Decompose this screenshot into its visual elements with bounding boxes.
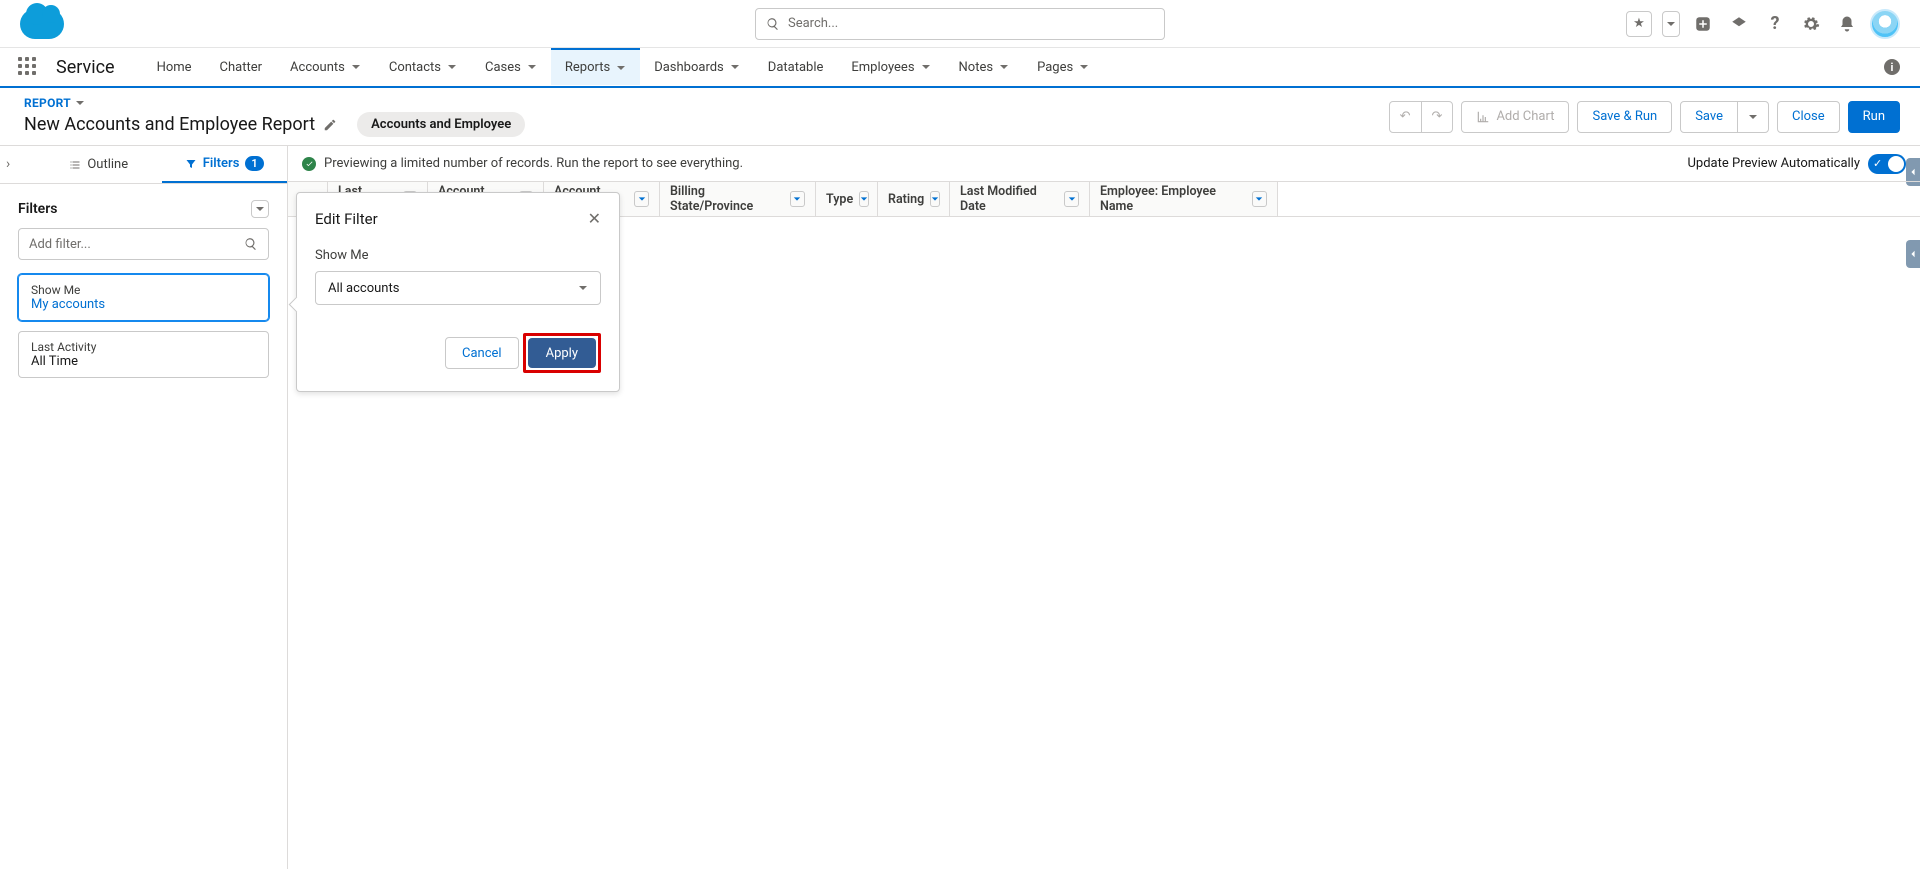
nav-home[interactable]: Home: [143, 48, 206, 86]
salesforce-logo: [20, 9, 64, 39]
search-placeholder: Search...: [788, 16, 838, 31]
save-and-run-button[interactable]: Save & Run: [1577, 101, 1672, 133]
nav-employees[interactable]: Employees: [837, 48, 944, 86]
filters-heading: Filters: [18, 201, 57, 217]
salesforce-help-icon[interactable]: [1726, 11, 1752, 37]
nav-info-icon[interactable]: i: [1884, 59, 1900, 75]
search-icon: [244, 237, 258, 251]
col-menu[interactable]: [1252, 191, 1267, 207]
add-button[interactable]: [1690, 11, 1716, 37]
report-header: REPORT New Accounts and Employee Report …: [0, 88, 1920, 146]
app-launcher-icon[interactable]: [18, 57, 38, 77]
favorites-dropdown[interactable]: [1662, 11, 1680, 37]
filter-count-badge: 1: [245, 156, 263, 171]
add-chart-button[interactable]: Add Chart: [1461, 101, 1569, 133]
col-menu[interactable]: [634, 191, 649, 207]
preview-message: Previewing a limited number of records. …: [324, 156, 743, 171]
help-icon[interactable]: ?: [1762, 11, 1788, 37]
popover-title: Edit Filter: [315, 210, 378, 228]
col-billing-state[interactable]: Billing State/Province: [660, 182, 816, 216]
nav-pages[interactable]: Pages: [1023, 48, 1103, 86]
user-avatar[interactable]: [1870, 9, 1900, 39]
global-search[interactable]: Search...: [755, 8, 1165, 40]
nav-contacts[interactable]: Contacts: [375, 48, 471, 86]
popover-field-label: Show Me: [315, 248, 369, 263]
redo-button[interactable]: ↷: [1421, 101, 1454, 133]
auto-update-toggle[interactable]: ✓: [1868, 154, 1906, 174]
success-icon: [302, 157, 316, 171]
object-label[interactable]: REPORT: [24, 96, 525, 110]
chevron-down-icon: [578, 283, 588, 293]
filter-card-show-me[interactable]: Show Me My accounts: [18, 274, 269, 321]
col-menu[interactable]: [859, 191, 869, 207]
nav-dashboards[interactable]: Dashboards: [640, 48, 754, 86]
col-employee-name[interactable]: Employee: Employee Name: [1090, 182, 1278, 216]
search-icon: [766, 17, 780, 31]
favorites-button[interactable]: ★: [1626, 11, 1652, 37]
report-type-pill: Accounts and Employee: [357, 112, 525, 137]
add-filter-input[interactable]: Add filter...: [18, 228, 269, 260]
nav-cases[interactable]: Cases: [471, 48, 551, 86]
close-icon[interactable]: ✕: [588, 209, 601, 228]
cancel-button[interactable]: Cancel: [445, 337, 519, 369]
setup-gear-icon[interactable]: [1798, 11, 1824, 37]
undo-button[interactable]: ↶: [1389, 101, 1422, 133]
app-name: Service: [56, 57, 115, 78]
nav-datatable[interactable]: Datatable: [754, 48, 838, 86]
report-title: New Accounts and Employee Report Account…: [24, 112, 525, 137]
col-menu[interactable]: [790, 191, 805, 207]
col-rating[interactable]: Rating: [878, 182, 950, 216]
apply-button[interactable]: Apply: [528, 338, 596, 368]
outline-icon: [69, 159, 81, 171]
nav-reports[interactable]: Reports: [551, 47, 640, 85]
nav-chatter[interactable]: Chatter: [206, 48, 277, 86]
show-me-select[interactable]: All accounts: [315, 271, 601, 305]
filters-menu[interactable]: [251, 200, 269, 218]
notifications-bell-icon[interactable]: [1834, 11, 1860, 37]
edit-title-icon[interactable]: [323, 118, 337, 132]
save-dropdown[interactable]: [1737, 101, 1769, 133]
col-menu[interactable]: [1064, 191, 1079, 207]
nav-notes[interactable]: Notes: [945, 48, 1024, 86]
auto-update-label: Update Preview Automatically: [1688, 156, 1861, 171]
col-menu[interactable]: [930, 191, 940, 207]
app-nav: Service Home Chatter Accounts Contacts C…: [0, 48, 1920, 88]
col-last-modified[interactable]: Last Modified Date: [950, 182, 1090, 216]
global-header: Search... ★ ?: [0, 0, 1920, 48]
col-type[interactable]: Type: [816, 182, 878, 216]
header-actions: ★ ?: [1626, 9, 1908, 39]
save-button[interactable]: Save: [1680, 101, 1738, 133]
tab-outline[interactable]: Outline: [36, 146, 162, 183]
apply-highlight: Apply: [523, 333, 601, 373]
collapse-left-panel[interactable]: ›: [6, 156, 10, 172]
run-button[interactable]: Run: [1848, 101, 1900, 133]
close-button[interactable]: Close: [1777, 101, 1840, 133]
filter-card-last-activity[interactable]: Last Activity All Time: [18, 331, 269, 378]
filter-icon: [185, 158, 197, 170]
nav-accounts[interactable]: Accounts: [276, 48, 375, 86]
tab-filters[interactable]: Filters 1: [162, 146, 288, 183]
edit-filter-popover: Edit Filter ✕ Show Me All accounts Cance…: [296, 192, 620, 392]
left-panel: Outline Filters 1 Filters Add filter... …: [0, 146, 288, 869]
